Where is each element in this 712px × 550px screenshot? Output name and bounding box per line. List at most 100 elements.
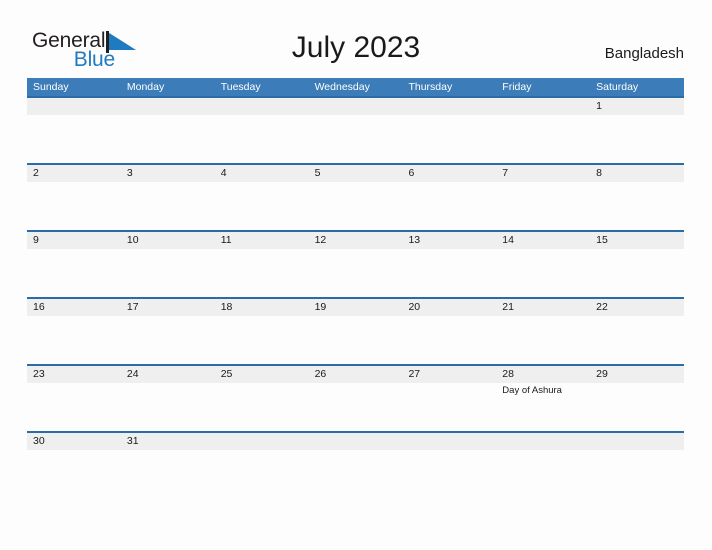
day-cell[interactable] [496,182,590,230]
weekday-header-wednesday: Wednesday [314,81,370,93]
day-cell[interactable] [215,316,309,364]
weekday-header-saturday: Saturday [596,81,639,93]
day-number[interactable]: 31 [121,433,215,450]
day-cell[interactable] [590,316,684,364]
day-cell[interactable] [402,383,496,431]
day-cell[interactable] [215,249,309,297]
day-number[interactable] [309,98,403,115]
day-cell[interactable] [402,182,496,230]
day-number[interactable]: 29 [590,366,684,383]
day-number[interactable]: 5 [309,165,403,182]
day-cell[interactable] [121,316,215,364]
day-cell[interactable] [309,249,403,297]
day-cell[interactable] [121,115,215,163]
day-cell[interactable] [590,249,684,297]
day-cell[interactable] [27,115,121,163]
week-row: 30 31 [27,431,684,498]
day-cell[interactable] [27,182,121,230]
day-cell[interactable] [121,383,215,431]
day-number[interactable]: 18 [215,299,309,316]
week-row: 1 [27,96,684,163]
day-number[interactable] [27,98,121,115]
day-number[interactable]: 4 [215,165,309,182]
day-cell[interactable] [215,115,309,163]
day-number[interactable]: 17 [121,299,215,316]
calendar-grid: Sunday Monday Tuesday Wednesday Thursday… [27,78,684,498]
day-number[interactable]: 28 [496,366,590,383]
day-cell[interactable] [121,450,215,498]
day-cell[interactable] [496,249,590,297]
day-number[interactable]: 13 [402,232,496,249]
day-cell[interactable] [496,316,590,364]
day-cell[interactable] [27,383,121,431]
day-number[interactable]: 27 [402,366,496,383]
day-cell[interactable] [496,450,590,498]
day-number[interactable]: 24 [121,366,215,383]
day-cell[interactable] [121,182,215,230]
day-cell[interactable] [496,115,590,163]
day-number[interactable] [121,98,215,115]
day-cell[interactable] [590,383,684,431]
day-cell[interactable] [402,316,496,364]
day-cell[interactable] [27,316,121,364]
day-cell[interactable] [402,450,496,498]
day-number[interactable]: 16 [27,299,121,316]
day-number[interactable]: 20 [402,299,496,316]
day-cell[interactable] [309,182,403,230]
weekday-header-tuesday: Tuesday [220,81,261,93]
day-number[interactable]: 9 [27,232,121,249]
day-cell[interactable] [215,383,309,431]
weekday-header-thursday: Thursday [408,81,453,93]
day-cell[interactable] [309,316,403,364]
day-number[interactable]: 23 [27,366,121,383]
day-number[interactable]: 22 [590,299,684,316]
day-number[interactable] [402,433,496,450]
week-row: 2 3 4 5 6 7 8 [27,163,684,230]
day-number[interactable]: 11 [215,232,309,249]
day-number[interactable] [496,433,590,450]
day-cell[interactable] [309,450,403,498]
day-cell[interactable] [590,182,684,230]
day-number[interactable]: 14 [496,232,590,249]
day-number[interactable]: 10 [121,232,215,249]
day-number[interactable]: 1 [590,98,684,115]
week-date-band: 16 17 18 19 20 21 22 [27,299,684,316]
weekday-header-monday: Monday [126,81,165,93]
day-cell[interactable] [402,115,496,163]
day-number[interactable]: 6 [402,165,496,182]
day-number[interactable]: 3 [121,165,215,182]
day-number[interactable]: 8 [590,165,684,182]
day-number[interactable] [496,98,590,115]
week-date-band: 23 24 25 26 27 28 29 [27,366,684,383]
day-cell[interactable] [215,182,309,230]
day-number[interactable] [215,98,309,115]
day-number[interactable]: 26 [309,366,403,383]
day-number[interactable]: 7 [496,165,590,182]
day-cell[interactable] [215,450,309,498]
day-number[interactable]: 21 [496,299,590,316]
day-cell[interactable] [309,115,403,163]
day-cell[interactable] [590,115,684,163]
day-cell[interactable] [590,450,684,498]
week-event-band [27,316,684,364]
day-cell-day-of-ashura[interactable]: Day of Ashura [496,383,590,431]
day-number[interactable] [309,433,403,450]
day-cell[interactable] [309,383,403,431]
day-cell[interactable] [27,249,121,297]
day-cell[interactable] [27,450,121,498]
day-number[interactable]: 15 [590,232,684,249]
day-number[interactable]: 19 [309,299,403,316]
day-number[interactable]: 2 [27,165,121,182]
day-number[interactable]: 12 [309,232,403,249]
week-date-band: 2 3 4 5 6 7 8 [27,165,684,182]
day-cell[interactable] [402,249,496,297]
day-number[interactable]: 30 [27,433,121,450]
day-number[interactable] [215,433,309,450]
weekday-header-friday: Friday [502,81,532,93]
week-date-band: 30 31 [27,433,684,450]
day-cell[interactable] [121,249,215,297]
week-event-band [27,115,684,163]
day-number[interactable] [590,433,684,450]
day-number[interactable] [402,98,496,115]
day-number[interactable]: 25 [215,366,309,383]
